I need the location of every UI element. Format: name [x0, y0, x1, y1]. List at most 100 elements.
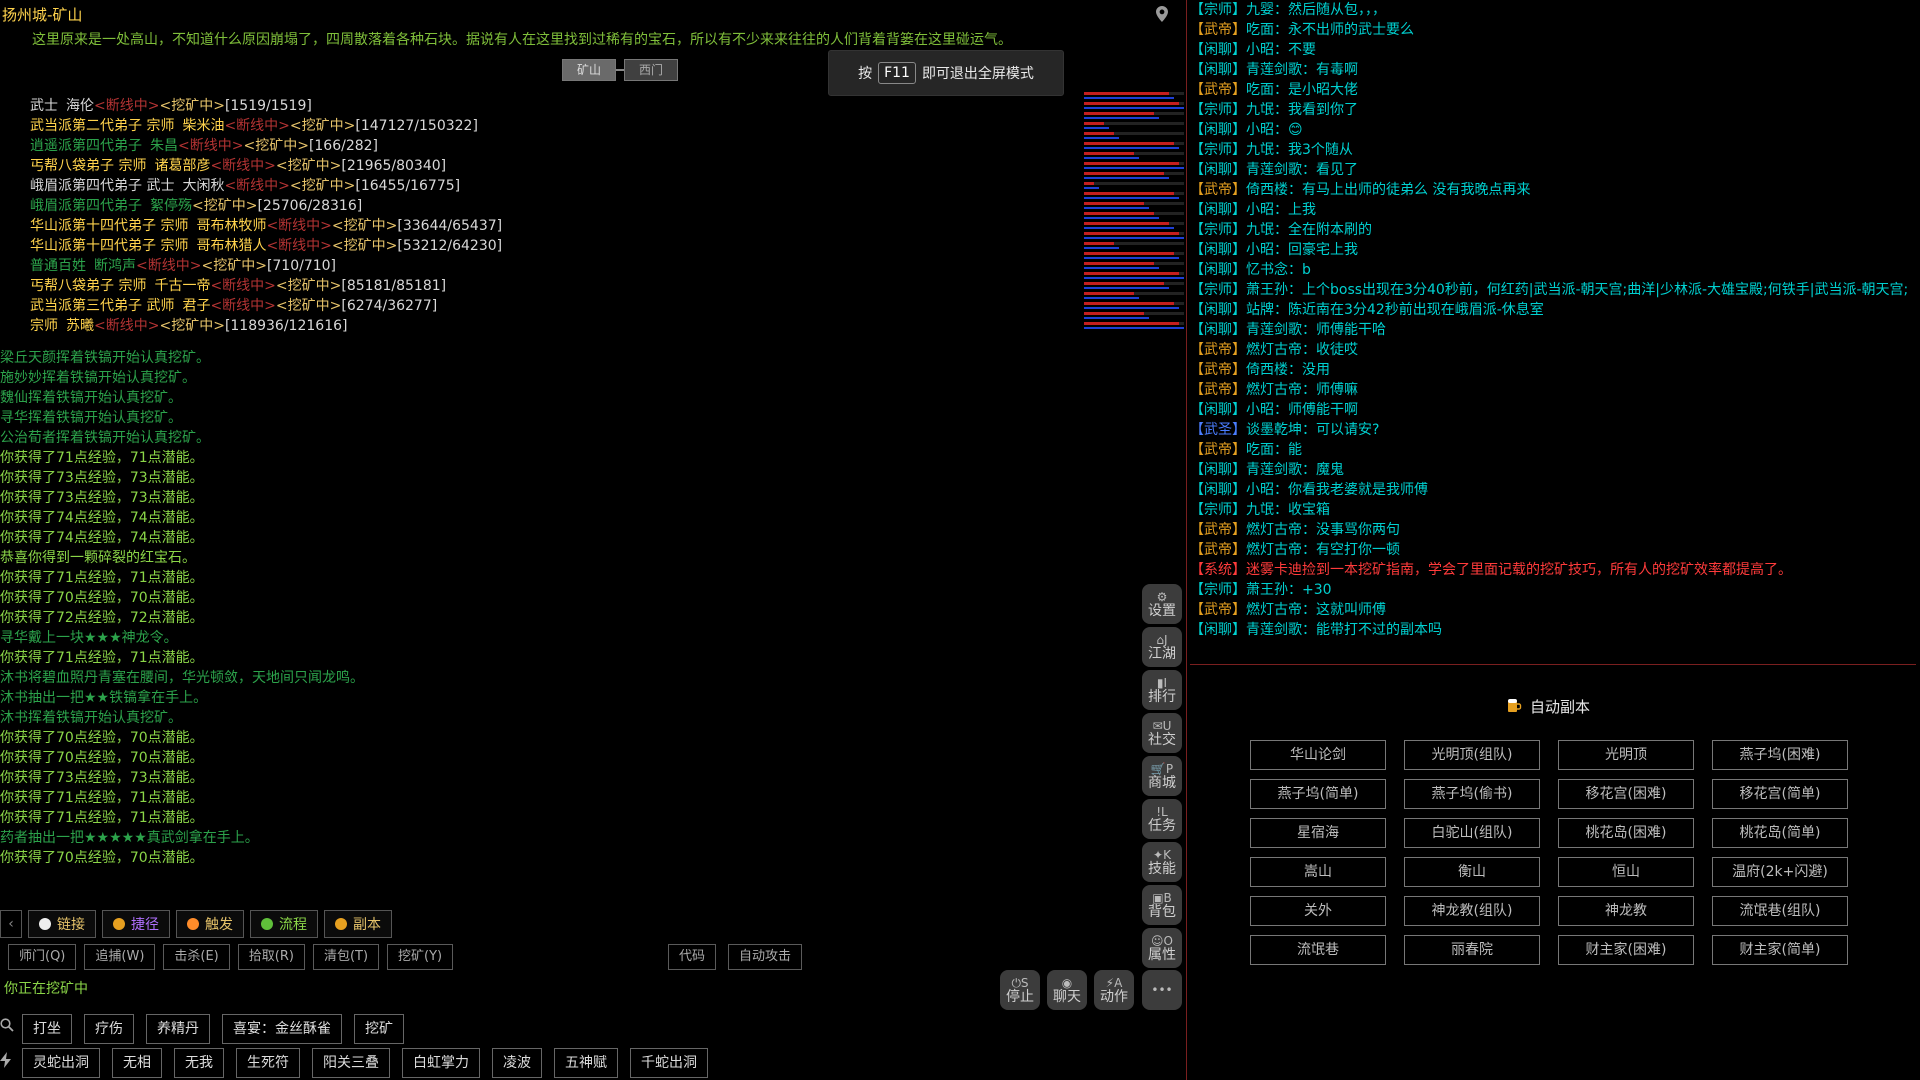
skill-button[interactable]: 五神赋 [554, 1048, 618, 1078]
player-row[interactable]: 普通百姓 断鸿声<断线中><挖矿中>[710/710] [30, 256, 1080, 276]
dungeon-button[interactable]: 丽春院 [1404, 935, 1540, 965]
skill-button[interactable]: 无相 [112, 1048, 162, 1078]
chat-channel-tag: 【宗师】 [1190, 222, 1246, 238]
chat-button[interactable]: ◉ 聊天 [1047, 970, 1087, 1010]
shop-button[interactable]: 🛒P 商城 [1142, 756, 1182, 796]
command-button[interactable]: 追捕(W) [84, 944, 156, 970]
dungeon-button[interactable]: 华山论剑 [1250, 740, 1386, 770]
command-button[interactable]: 击杀(E) [163, 944, 230, 970]
dungeon-button[interactable]: 光明顶(组队) [1404, 740, 1540, 770]
ranking-button[interactable]: ▮I 排行 [1142, 670, 1182, 710]
skill-button[interactable]: 白虹掌力 [402, 1048, 480, 1078]
hp-bar-fill [1084, 232, 1179, 235]
code-button[interactable]: 代码 [668, 944, 717, 970]
chat-line: 【宗师】九氓：收宝箱 [1190, 500, 1916, 520]
dungeon-button[interactable]: 桃花岛(简单) [1712, 818, 1848, 848]
menu-label: 社交 [1148, 732, 1176, 748]
hp-bar-fill [1084, 302, 1174, 305]
player-row[interactable]: 华山派第十四代弟子 宗师 哥布林牧师<断线中><挖矿中>[33644/65437] [30, 216, 1080, 236]
quick-tab[interactable]: 流程 [250, 910, 318, 938]
chat-channel-tag: 【宗师】 [1190, 102, 1246, 118]
dungeon-button[interactable]: 流氓巷 [1250, 935, 1386, 965]
skill-button[interactable]: 千蛇出洞 [630, 1048, 708, 1078]
player-row[interactable]: 武士 海伦<断线中><挖矿中>[1519/1519] [30, 96, 1080, 116]
action-button[interactable]: ⚡A 动作 [1094, 970, 1134, 1010]
player-row[interactable]: 武当派第二代弟子 宗师 柴米油<断线中><挖矿中>[147127/150322] [30, 116, 1080, 136]
dungeon-button[interactable]: 移花宫(困难) [1558, 779, 1694, 809]
stop-button[interactable]: ⏻S 停止 [1000, 970, 1040, 1010]
settings-button[interactable]: ⚙ 设置 [1142, 584, 1182, 624]
chat-channel-tag: 【闲聊】 [1190, 262, 1246, 278]
log-line: 你获得了71点经验，71点潜能。 [0, 570, 204, 586]
player-row[interactable]: 丐帮八袋弟子 宗师 诸葛部彦<断线中><挖矿中>[21965/80340] [30, 156, 1080, 176]
skill-button[interactable]: 打坐 [22, 1014, 72, 1044]
tab-icon [261, 918, 273, 930]
dungeon-button[interactable]: 燕子坞(困难) [1712, 740, 1848, 770]
chat-line: 【闲聊】小昭：师傅能干啊 [1190, 400, 1916, 420]
player-name: 君子 [182, 298, 211, 314]
dungeon-button[interactable]: 光明顶 [1558, 740, 1694, 770]
player-row[interactable]: 峨眉派第四代弟子 武士 大闲秋<断线中><挖矿中>[16455/16775] [30, 176, 1080, 196]
dungeon-button[interactable]: 白驼山(组队) [1404, 818, 1540, 848]
dungeon-button[interactable]: 财主家(困难) [1558, 935, 1694, 965]
player-row[interactable]: 峨眉派第四代弟子 絮停殇<挖矿中>[25706/28316] [30, 196, 1080, 216]
dungeon-button[interactable]: 燕子坞(偷书) [1404, 779, 1540, 809]
dungeon-button[interactable]: 关外 [1250, 896, 1386, 926]
quick-tab[interactable]: 捷径 [102, 910, 170, 938]
player-status: <断线中> [94, 318, 160, 332]
command-button[interactable]: 清包(T) [312, 944, 380, 970]
quick-tab[interactable]: 副本 [324, 910, 392, 938]
command-button[interactable]: 拾取(R) [237, 944, 305, 970]
dungeon-button[interactable]: 恒山 [1558, 857, 1694, 887]
mp-bar-fill [1084, 307, 1179, 309]
skill-button[interactable]: 阳关三叠 [312, 1048, 390, 1078]
player-row[interactable]: 华山派第十四代弟子 宗师 哥布林猎人<断线中><挖矿中>[53212/64230] [30, 236, 1080, 256]
skill-button[interactable]: 疗伤 [84, 1014, 134, 1044]
skill-button[interactable]: 挖矿 [354, 1014, 404, 1044]
dungeon-button[interactable]: 温府(2k+闪避) [1712, 857, 1848, 887]
dungeon-button[interactable]: 星宿海 [1250, 818, 1386, 848]
exit-button-mine[interactable]: 矿山 [562, 59, 617, 81]
hp-bar [1084, 92, 1184, 99]
skill-button[interactable]: 无我 [174, 1048, 224, 1078]
skill-button[interactable]: 生死符 [236, 1048, 300, 1078]
command-button[interactable]: 挖矿(Y) [387, 944, 454, 970]
dungeon-button[interactable]: 财主家(简单) [1712, 935, 1848, 965]
hp-bar [1084, 292, 1184, 299]
dungeon-button[interactable]: 神龙教 [1558, 896, 1694, 926]
auto-attack-button[interactable]: 自动攻击 [728, 944, 803, 970]
jianghu-button[interactable]: ⌂J 江湖 [1142, 627, 1182, 667]
chat-channel-tag: 【闲聊】 [1190, 62, 1246, 78]
command-button[interactable]: 师门(Q) [8, 944, 77, 970]
dungeon-button[interactable]: 嵩山 [1250, 857, 1386, 887]
player-row[interactable]: 武当派第三代弟子 武师 君子<断线中><挖矿中>[6274/36277] [30, 296, 1080, 316]
scroll-left-icon[interactable]: ‹ [0, 910, 22, 938]
player-activity: <挖矿中> [289, 178, 356, 194]
player-row[interactable]: 丐帮八袋弟子 宗师 千古一帝<断线中><挖矿中>[85181/85181] [30, 276, 1080, 296]
hp-bar-fill [1084, 182, 1094, 185]
player-row[interactable]: 宗师 苏曦<断线中><挖矿中>[118936/121616] [30, 316, 1080, 332]
dungeon-button[interactable]: 燕子坞(简单) [1250, 779, 1386, 809]
exit-button-west-gate[interactable]: 西门 [624, 59, 679, 81]
attributes-button[interactable]: ☺O 属性 [1142, 928, 1182, 968]
social-button[interactable]: ✉U 社交 [1142, 713, 1182, 753]
skills-button[interactable]: ✦K 技能 [1142, 842, 1182, 882]
player-row[interactable]: 逍遥派第四代弟子 朱昌<断线中><挖矿中>[166/282] [30, 136, 1080, 156]
mp-bar-fill [1084, 227, 1174, 229]
dungeon-button[interactable]: 衡山 [1404, 857, 1540, 887]
dungeon-button[interactable]: 移花宫(简单) [1712, 779, 1848, 809]
hp-bar [1084, 152, 1184, 159]
more-button[interactable]: ••• [1142, 970, 1182, 1010]
skill-button[interactable]: 喜宴：金丝酥雀 [222, 1014, 342, 1044]
skill-button[interactable]: 养精丹 [146, 1014, 210, 1044]
quick-tab[interactable]: 链接 [28, 910, 96, 938]
bag-button[interactable]: ▣B 背包 [1142, 885, 1182, 925]
skill-button[interactable]: 凌波 [492, 1048, 542, 1078]
quest-button[interactable]: !L 任务 [1142, 799, 1182, 839]
dungeon-button[interactable]: 神龙教(组队) [1404, 896, 1540, 926]
location-pin-icon[interactable] [1156, 6, 1168, 22]
skill-button[interactable]: 灵蛇出洞 [22, 1048, 100, 1078]
dungeon-button[interactable]: 流氓巷(组队) [1712, 896, 1848, 926]
quick-tab[interactable]: 触发 [176, 910, 244, 938]
dungeon-button[interactable]: 桃花岛(困难) [1558, 818, 1694, 848]
